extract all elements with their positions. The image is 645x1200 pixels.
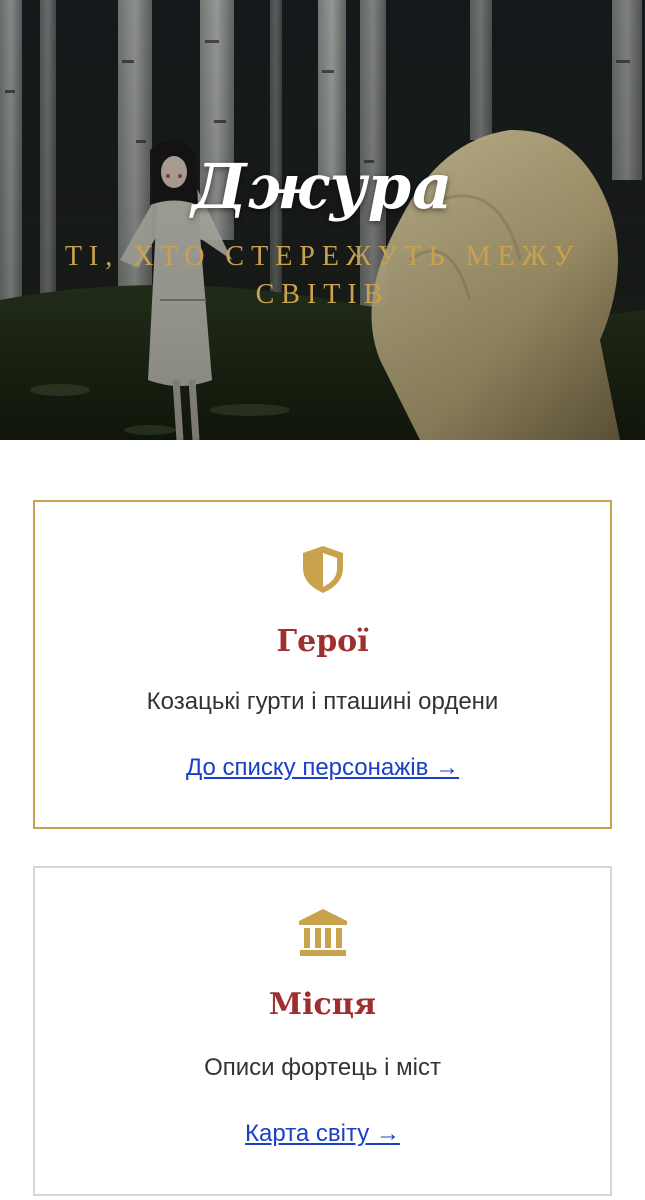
card-places: Місця Описи фортець і міст Карта світу → [33,866,612,1196]
building-columns-icon [298,909,347,956]
card-title: Герої [276,624,369,659]
world-map-link[interactable]: Карта світу → [35,1118,610,1150]
card-title: Місця [268,987,377,1022]
shield-icon [302,546,343,593]
hero-banner: Джура ті, хто стережуть межу світів [0,0,645,440]
hero-subtitle: ті, хто стережуть межу світів [64,241,581,310]
card-heroes: Герої Козацькі гурти і пташині ордени До… [33,500,612,829]
page: Джура ті, хто стережуть межу світів Геро… [0,0,645,1200]
card-description: Описи фортець і міст [204,1054,441,1081]
characters-list-link[interactable]: До списку персонажів → [35,752,610,784]
hero-title: Джура [191,150,454,223]
card-description: Козацькі гурти і пташині ордени [146,688,499,715]
